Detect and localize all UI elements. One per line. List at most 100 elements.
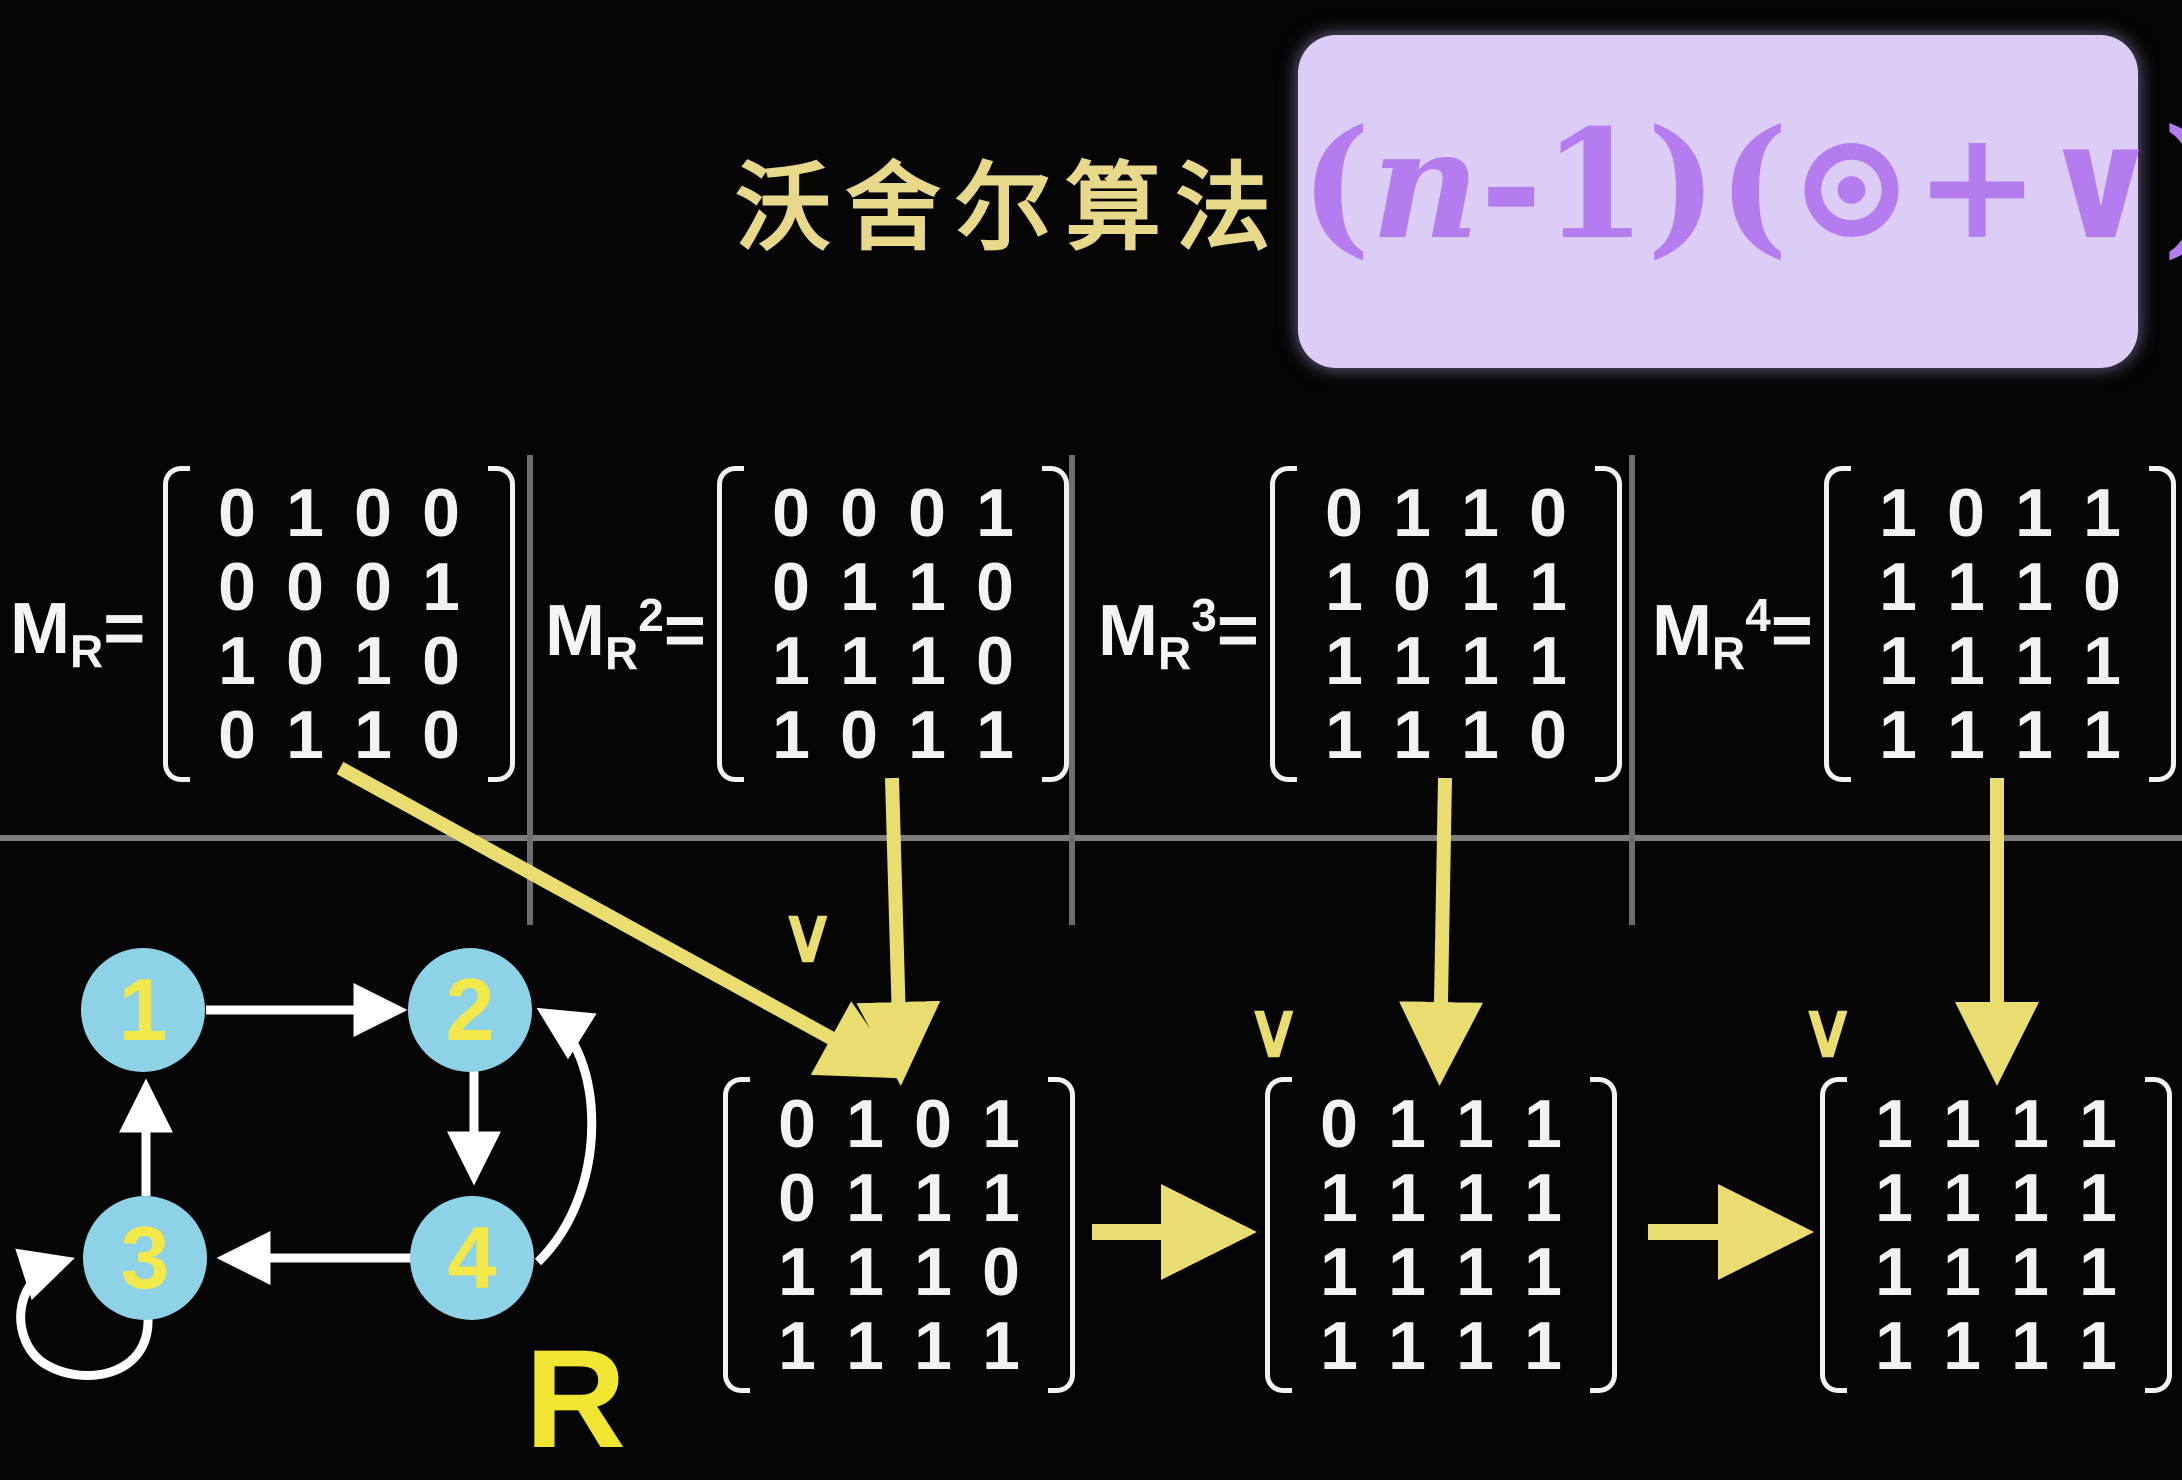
matrix-cell: 0 [2083,549,2121,625]
matrix-cell: 0 [422,697,460,773]
matrix-cell: 1 [354,697,392,773]
matrix-cell: 0 [1529,475,1567,551]
matrix-cell: 1 [1393,623,1431,699]
matrix-cell: 0 [778,1086,816,1162]
matrix-cell: 1 [1943,1160,1981,1236]
matrix-cell: 1 [778,1234,816,1310]
matrix-cell: 0 [772,475,810,551]
matrix-cell: 1 [218,623,256,699]
matrix-cell: 1 [2011,1086,2049,1162]
matrix-label-mr2: MR2= [545,589,706,679]
matrix-cell: 1 [1461,549,1499,625]
matrix-cell: 1 [2011,1234,2049,1310]
matrix-cell: 0 [778,1160,816,1236]
matrix-cell: 1 [1388,1086,1426,1162]
matrix-cell: 0 [976,623,1014,699]
matrix-cell: 0 [1320,1086,1358,1162]
matrix-cell: 1 [772,697,810,773]
matrix-cell: 0 [908,475,946,551]
matrix-cell: 0 [1947,475,1985,551]
matrix-cell: 0 [422,475,460,551]
matrix-cell: 1 [846,1086,884,1162]
node-label-1: 1 [118,960,168,1059]
matrix-cell: 0 [1529,697,1567,773]
matrix-cell: 1 [1393,475,1431,551]
matrix-cell: 1 [1879,475,1917,551]
or-symbol-3: ∨ [1800,988,1856,1073]
matrix-cell: 1 [982,1160,1020,1236]
formula-rest: -1)(⊙+∨) [1480,97,2182,273]
matrix-cell: 1 [2015,475,2053,551]
matrix-cell: 0 [976,549,1014,625]
matrix-cell: 1 [1320,1234,1358,1310]
matrix-mr2: 0001011011101011 [717,466,1069,782]
matrix-cell: 1 [2079,1234,2117,1310]
node-label-4: 4 [447,1208,497,1307]
matrix-cell: 0 [286,549,324,625]
matrix-mr: 0100000110100110 [163,466,515,782]
matrix-cell: 1 [2083,697,2121,773]
matrix-cell: 1 [1943,1234,1981,1310]
matrix-cell: 1 [2083,475,2121,551]
matrix-cell: 0 [1325,475,1363,551]
matrix-cell: 1 [2079,1160,2117,1236]
node-label-3: 3 [120,1208,170,1307]
complexity-formula: (n-1)(⊙+∨) [1300,110,2182,260]
matrix-cell: 1 [1456,1234,1494,1310]
matrix-cell: 1 [976,697,1014,773]
matrix-cell: 1 [1388,1160,1426,1236]
matrix-cell: 1 [1524,1308,1562,1384]
matrix-cell: 1 [914,1160,952,1236]
matrix-cell: 1 [1875,1160,1913,1236]
matrix-cell: 1 [1325,697,1363,773]
matrix-cell: 1 [1320,1308,1358,1384]
matrix-cell: 0 [772,549,810,625]
matrix-cell: 1 [778,1308,816,1384]
matrix-cell: 1 [1947,549,1985,625]
matrix-cell: 1 [354,623,392,699]
relation-label: R [525,1320,627,1477]
matrix-cell: 1 [1393,697,1431,773]
matrix-cell: 1 [914,1308,952,1384]
matrix-cell: 1 [286,697,324,773]
node-label-2: 2 [445,960,495,1059]
matrix-cell: 1 [1947,623,1985,699]
matrix-cell: 0 [218,697,256,773]
slide-title: 沃舍尔算法 [735,151,1285,264]
matrix-cell: 0 [286,623,324,699]
matrix-cell: 1 [914,1234,952,1310]
matrix-cell: 1 [1524,1160,1562,1236]
matrix-cell: 1 [2015,697,2053,773]
matrix-cell: 1 [840,623,878,699]
matrix-cell: 1 [1325,549,1363,625]
matrix-cell: 1 [2015,549,2053,625]
matrix-cell: 1 [286,475,324,551]
matrix-cell: 0 [218,549,256,625]
matrix-cell: 1 [908,549,946,625]
matrix-cell: 1 [2015,623,2053,699]
matrix-cell: 0 [840,475,878,551]
matrix-label-mr4: MR4= [1652,589,1813,679]
matrix-result-3: 1111111111111111 [1820,1077,2172,1393]
matrix-cell: 1 [1456,1086,1494,1162]
matrix-cell: 1 [846,1308,884,1384]
arrow-mr2-down [856,777,941,1086]
matrix-cell: 1 [1461,697,1499,773]
matrix-cell: 1 [846,1160,884,1236]
matrix-cell: 1 [1524,1086,1562,1162]
matrix-cell: 1 [908,623,946,699]
matrix-cell: 0 [422,623,460,699]
matrix-cell: 0 [914,1086,952,1162]
matrix-cell: 1 [2083,623,2121,699]
formula-n: n [1370,97,1481,273]
edge-4-2 [534,1007,597,1266]
matrix-cell: 1 [1875,1308,1913,1384]
matrix-cell: 1 [1388,1234,1426,1310]
matrix-cell: 1 [1524,1234,1562,1310]
matrix-cell: 1 [1388,1308,1426,1384]
matrix-cell: 1 [1879,549,1917,625]
or-symbol-2: ∨ [1246,988,1302,1073]
matrix-label-mr: MR= [10,589,146,677]
matrix-cell: 1 [2011,1308,2049,1384]
matrix-cell: 0 [1393,549,1431,625]
